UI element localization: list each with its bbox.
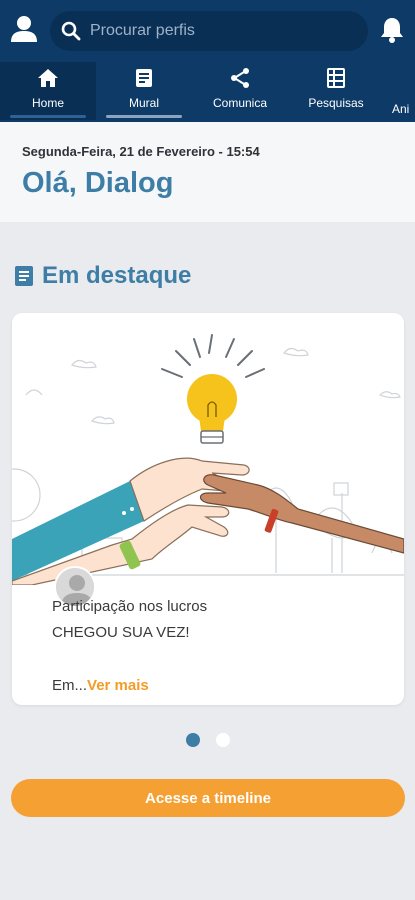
tab-label: Ani	[392, 102, 410, 116]
document-icon	[15, 266, 33, 286]
post-subtitle: CHEGOU SUA VEZ!	[52, 624, 190, 641]
home-icon	[38, 69, 58, 87]
tab-label: Home	[31, 96, 64, 110]
excerpt-text: Em...	[52, 677, 88, 694]
search-input[interactable]	[90, 11, 368, 51]
tab-indicator	[106, 115, 182, 118]
tab-label: Comunica	[212, 96, 268, 110]
tab-mural[interactable]: Mural	[96, 62, 192, 120]
post-excerpt: Em...Ver mais	[52, 677, 149, 694]
main-tabs: Home Mural Comunica Pesquisas Ani	[0, 62, 415, 120]
featured-card[interactable]: Participação nos lucros CHEGOU SUA VEZ! …	[12, 313, 404, 705]
bell-icon[interactable]	[379, 16, 405, 44]
tab-home[interactable]: Home	[0, 62, 96, 120]
tab-ani[interactable]: Ani	[384, 62, 415, 120]
grid-icon	[327, 68, 345, 88]
carousel-dots	[186, 733, 230, 747]
share-icon	[231, 68, 249, 88]
carousel-dot-2[interactable]	[216, 733, 230, 747]
tab-label: Pesquisas	[308, 96, 364, 110]
search-bar[interactable]	[50, 11, 368, 51]
tab-pesquisas[interactable]: Pesquisas	[288, 62, 384, 120]
lightbulb-hands-illustration	[12, 334, 404, 585]
tab-comunica[interactable]: Comunica	[192, 62, 288, 120]
news-icon	[136, 69, 152, 87]
greeting-panel: Segunda-Feira, 21 de Fevereiro - 15:54 O…	[0, 122, 415, 222]
featured-heading: Em destaque	[14, 262, 191, 290]
post-title: Participação nos lucros	[52, 598, 208, 615]
carousel-dot-1[interactable]	[186, 733, 200, 747]
tab-indicator	[10, 115, 86, 118]
search-icon	[61, 21, 81, 41]
read-more-link[interactable]: Ver mais	[87, 677, 149, 694]
top-bar: Home Mural Comunica	[0, 0, 415, 122]
profile-icon[interactable]	[10, 14, 38, 44]
date-time: Segunda-Feira, 21 de Fevereiro - 15:54	[22, 144, 260, 159]
tab-label: Mural	[128, 96, 159, 110]
greeting-title: Olá, Dialog	[22, 167, 174, 199]
featured-title: Em destaque	[42, 262, 192, 289]
timeline-button[interactable]: Acesse a timeline	[11, 779, 405, 817]
